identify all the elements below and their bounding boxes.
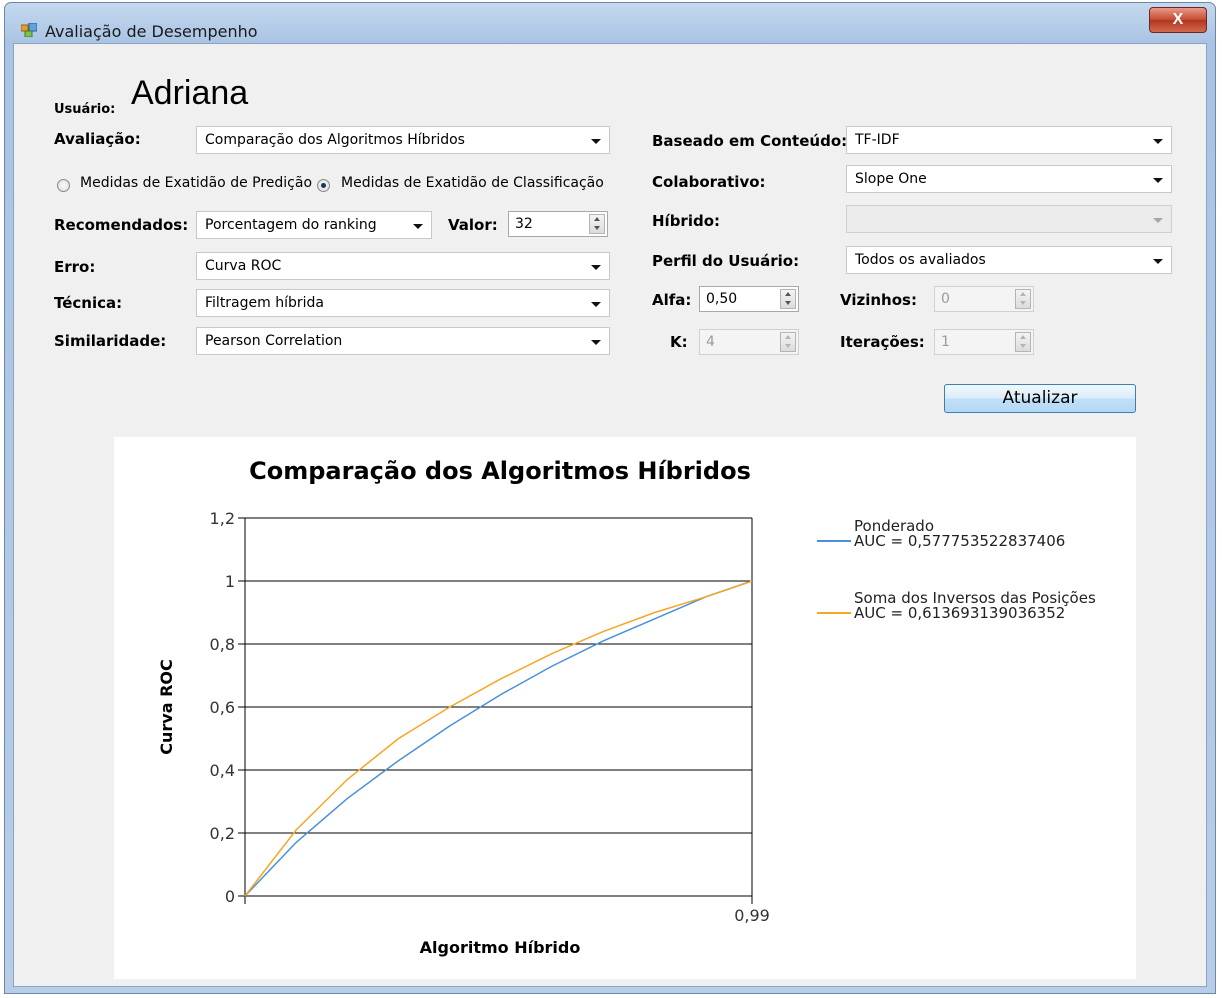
tecnica-value: Filtragem híbrida [205, 295, 324, 311]
alfa-label: Alfa: [652, 291, 692, 309]
app-window: Avaliação de Desempenho X Usuário: Adria… [4, 2, 1216, 994]
radio-classificacao-label: Medidas de Exatidão de Classificação [341, 175, 604, 191]
atualizar-button[interactable]: Atualizar [944, 384, 1136, 413]
perfil-dropdown[interactable]: Todos os avaliados [846, 246, 1172, 274]
title-bar: Avaliação de Desempenho X [5, 3, 1215, 43]
conteudo-value: TF-IDF [855, 132, 900, 148]
spin-buttons[interactable] [1015, 289, 1031, 309]
similaridade-value: Pearson Correlation [205, 333, 343, 349]
x-tick-label: 0,99 [734, 906, 770, 925]
valor-label: Valor: [448, 216, 498, 234]
chart-title: Comparação dos Algoritmos Híbridos [249, 457, 751, 485]
recomendados-label: Recomendados: [54, 216, 189, 234]
spin-up-icon [1020, 292, 1026, 296]
chevron-down-icon [591, 302, 601, 307]
colaborativo-value: Slope One [855, 171, 927, 187]
tecnica-label: Técnica: [54, 294, 123, 312]
spin-up-icon [785, 335, 791, 339]
series-line [244, 580, 753, 897]
spin-up-icon [1020, 335, 1026, 339]
y-tick-label: 0,8 [210, 635, 235, 654]
vizinhos-label: Vizinhos: [840, 291, 917, 309]
spin-buttons[interactable] [589, 214, 605, 234]
radio-classificacao[interactable] [317, 179, 330, 192]
alfa-stepper[interactable]: 0,50 [699, 286, 799, 312]
legend-auc: AUC = 0,577753522837406 [854, 532, 1065, 550]
y-tick-label: 1,2 [210, 509, 235, 528]
iteracoes-value: 1 [941, 334, 950, 350]
y-tick-label: 0,2 [210, 824, 235, 843]
iteracoes-stepper[interactable]: 1 [934, 329, 1034, 355]
similaridade-dropdown[interactable]: Pearson Correlation [196, 327, 610, 355]
perfil-label: Perfil do Usuário: [652, 252, 800, 270]
spin-down-icon [1020, 301, 1026, 305]
k-label: K: [670, 333, 688, 351]
avaliacao-dropdown[interactable]: Comparação dos Algoritmos Híbridos [196, 126, 610, 154]
conteudo-dropdown[interactable]: TF-IDF [846, 126, 1172, 154]
y-tick-label: 0,4 [210, 761, 235, 780]
conteudo-label: Baseado em Conteúdo: [652, 132, 848, 150]
spin-down-icon [785, 301, 791, 305]
spin-down-icon [1020, 344, 1026, 348]
chevron-down-icon [1153, 139, 1163, 144]
chevron-down-icon [1153, 259, 1163, 264]
spin-buttons[interactable] [780, 332, 796, 352]
colaborativo-label: Colaborativo: [652, 173, 766, 191]
spin-down-icon [785, 344, 791, 348]
vizinhos-value: 0 [941, 291, 950, 307]
recomendados-value: Porcentagem do ranking [205, 217, 377, 233]
vizinhos-stepper[interactable]: 0 [934, 286, 1034, 312]
close-button[interactable]: X [1149, 7, 1207, 33]
user-name: Adriana [131, 74, 249, 112]
x-axis-label: Algoritmo Híbrido [420, 938, 581, 957]
chevron-down-icon [413, 224, 423, 229]
y-tick-label: 0,6 [210, 698, 235, 717]
y-tick-label: 1 [225, 572, 235, 591]
window-title: Avaliação de Desempenho [45, 22, 258, 41]
chevron-down-icon [591, 139, 601, 144]
colaborativo-dropdown[interactable]: Slope One [846, 165, 1172, 193]
chevron-down-icon [1153, 218, 1163, 223]
radio-predicao[interactable] [57, 179, 70, 192]
chevron-down-icon [591, 265, 601, 270]
recomendados-dropdown[interactable]: Porcentagem do ranking [196, 211, 432, 239]
chart-panel: Comparação dos Algoritmos Híbridos Algor… [114, 437, 1136, 979]
k-stepper[interactable]: 4 [699, 329, 799, 355]
spin-buttons[interactable] [1015, 332, 1031, 352]
avaliacao-value: Comparação dos Algoritmos Híbridos [205, 132, 465, 148]
tecnica-dropdown[interactable]: Filtragem híbrida [196, 289, 610, 317]
iteracoes-label: Iterações: [840, 333, 925, 351]
valor-value: 32 [515, 216, 533, 232]
y-tick-label: 0 [225, 887, 235, 906]
app-icon [21, 23, 37, 37]
spin-down-icon [594, 226, 600, 230]
avaliacao-label: Avaliação: [54, 130, 141, 148]
spin-up-icon [785, 292, 791, 296]
erro-label: Erro: [54, 258, 96, 276]
y-axis-label: Curva ROC [157, 659, 176, 754]
hibrido-label: Híbrido: [652, 212, 721, 230]
legend-auc: AUC = 0,613693139036352 [854, 604, 1065, 622]
radio-predicao-label: Medidas de Exatidão de Predição [80, 175, 313, 191]
main-panel: Usuário: Adriana Avaliação: Comparação d… [13, 43, 1207, 987]
erro-value: Curva ROC [205, 258, 282, 274]
series-line [244, 580, 753, 897]
valor-stepper[interactable]: 32 [508, 211, 608, 237]
user-label: Usuário: [54, 102, 116, 117]
erro-dropdown[interactable]: Curva ROC [196, 252, 610, 280]
spin-buttons[interactable] [780, 289, 796, 309]
roc-chart: Comparação dos Algoritmos Híbridos Algor… [157, 457, 1096, 957]
spin-up-icon [594, 217, 600, 221]
alfa-value: 0,50 [706, 291, 738, 307]
k-value: 4 [706, 334, 715, 350]
perfil-value: Todos os avaliados [855, 252, 986, 268]
chevron-down-icon [591, 340, 601, 345]
chevron-down-icon [1153, 178, 1163, 183]
hibrido-dropdown[interactable] [846, 205, 1172, 233]
similaridade-label: Similaridade: [54, 332, 167, 350]
